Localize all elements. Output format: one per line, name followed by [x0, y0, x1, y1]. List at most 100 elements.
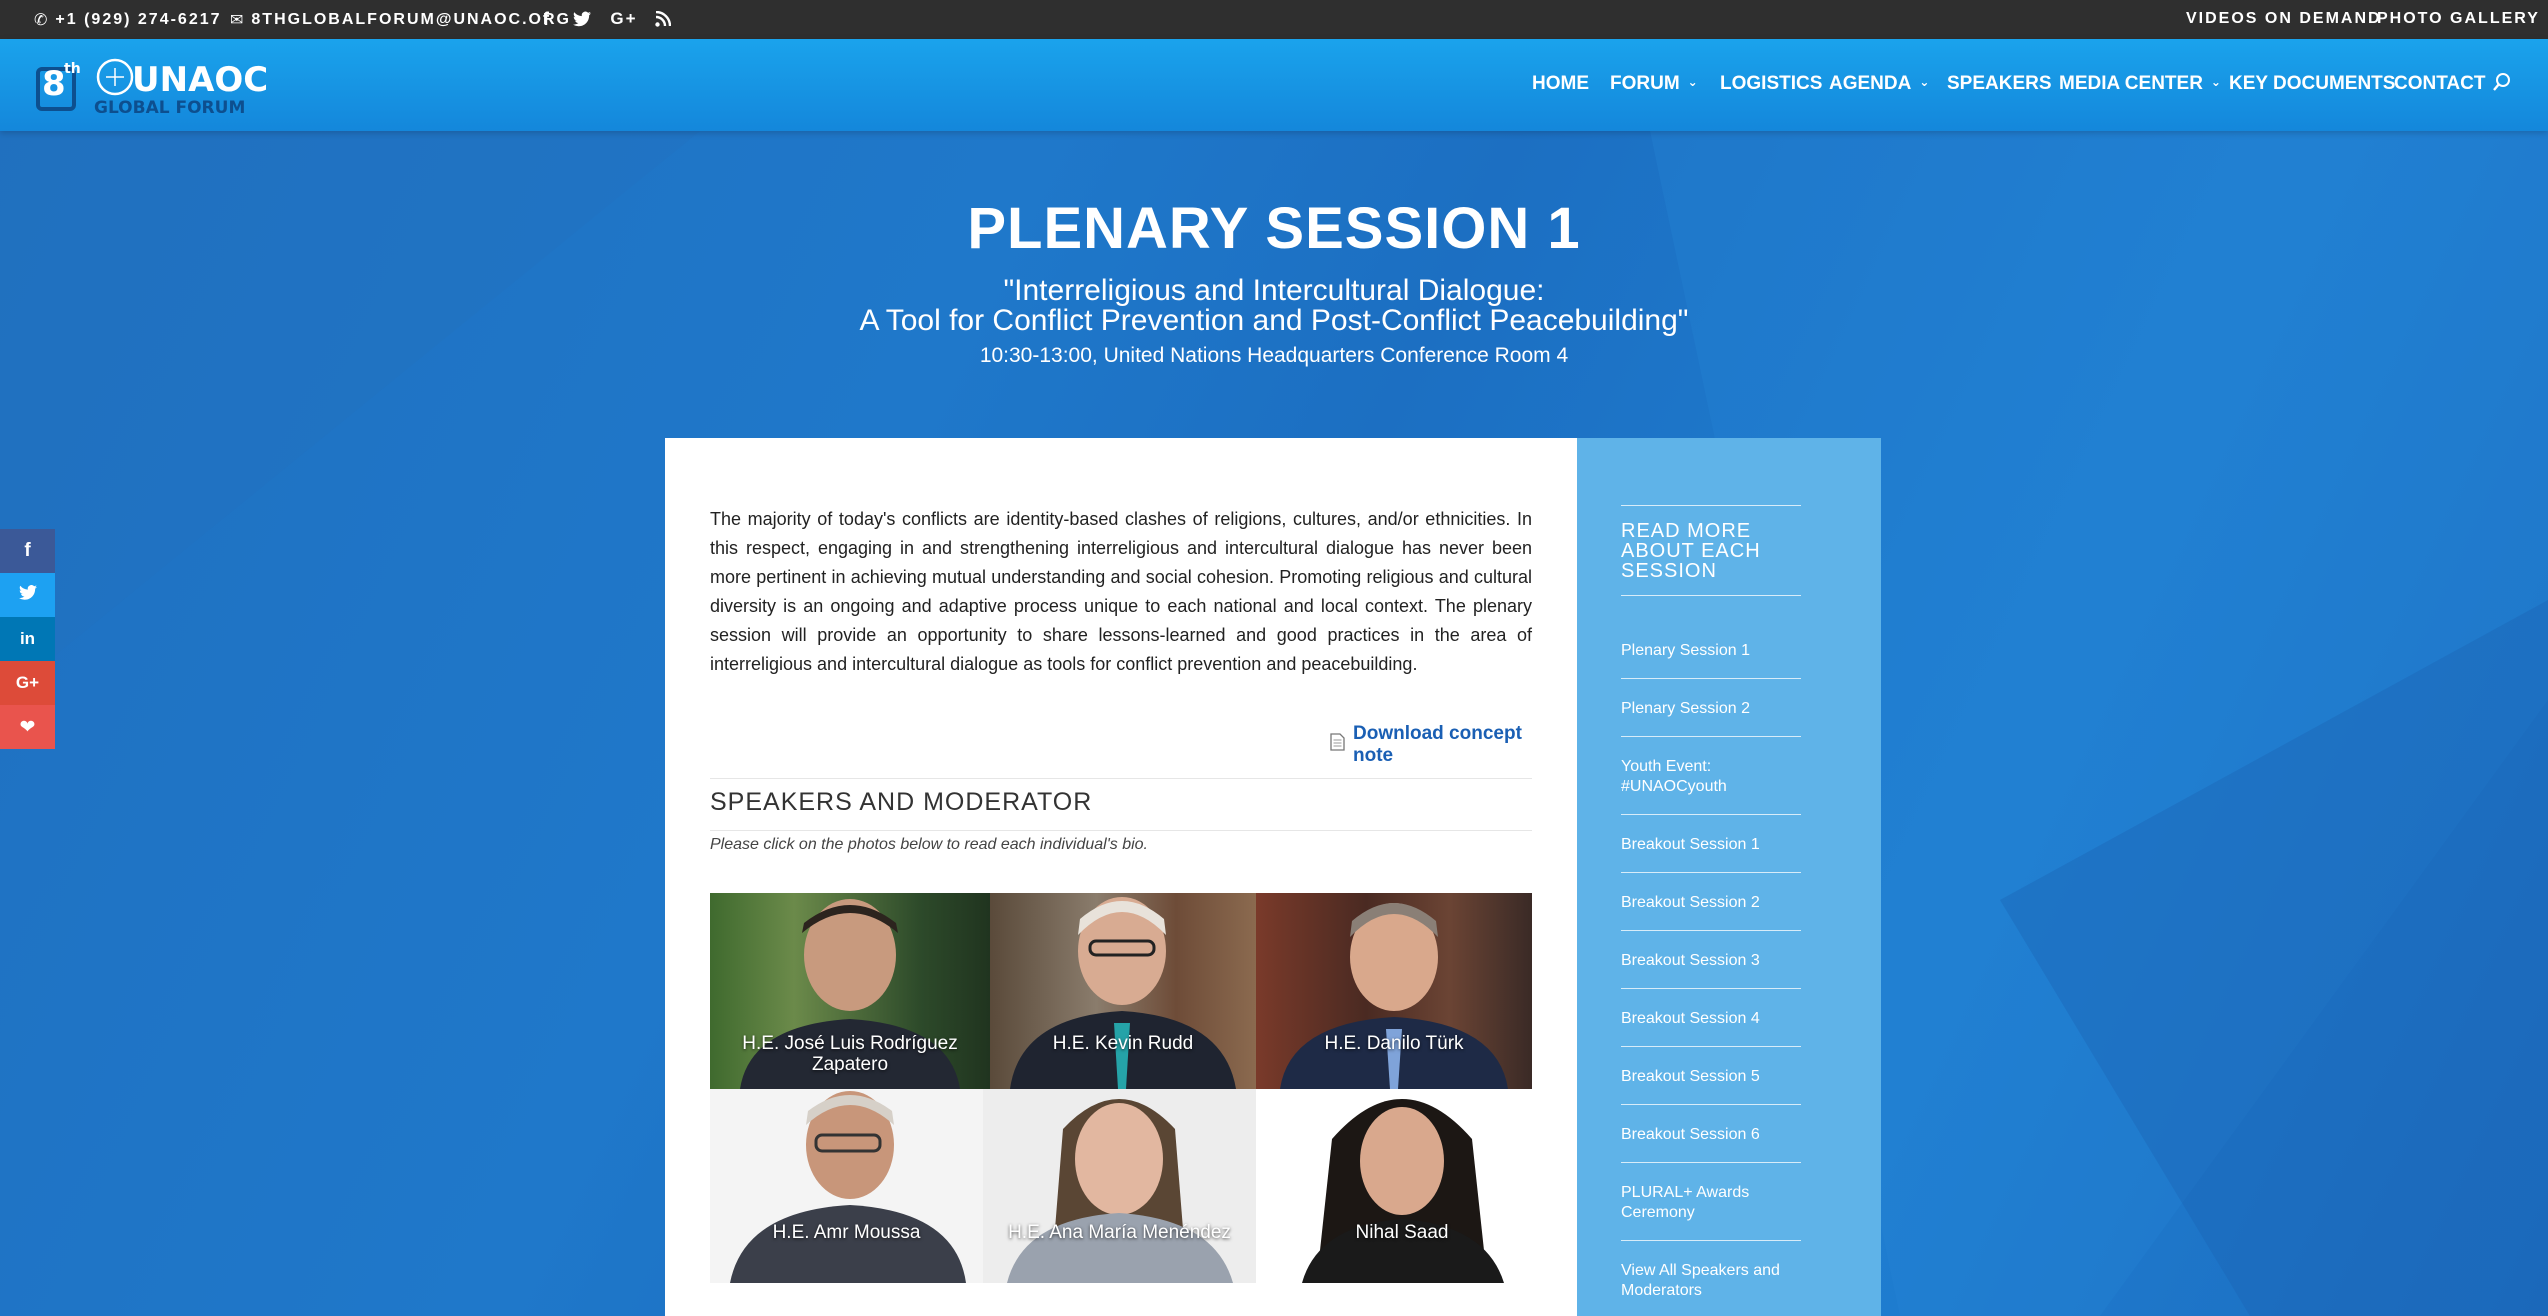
section-title: SPEAKERS AND MODERATOR	[710, 788, 1093, 816]
share-twitter-button[interactable]	[0, 573, 55, 617]
email-link[interactable]: ✉ 8THGLOBALFORUM@UNAOC.ORG	[230, 10, 571, 30]
phone-icon: ✆	[34, 12, 50, 29]
logo-number: 8	[42, 64, 66, 104]
speaker-photo-moussa[interactable]: H.E. Amr Moussa	[710, 1089, 983, 1283]
nav-forum-label: FORUM	[1610, 73, 1680, 94]
nav-logistics[interactable]: LOGISTICS	[1720, 73, 1822, 95]
share-google-plus-button[interactable]: G+	[0, 661, 55, 705]
speaker-name: Nihal Saad	[1355, 1222, 1449, 1243]
sidebar-divider	[1621, 1162, 1801, 1163]
sidebar-item-breakout-session-5[interactable]: Breakout Session 5	[1621, 1067, 1806, 1087]
share-favorite-button[interactable]: ❤	[0, 705, 55, 749]
share-linkedin-button[interactable]: in	[0, 617, 55, 661]
speaker-name: H.E. Danilo Türk	[1324, 1033, 1464, 1054]
sidebar-divider	[1621, 930, 1801, 931]
nav-media-center-label: MEDIA CENTER	[2059, 73, 2203, 94]
speaker-portrait	[1007, 1099, 1233, 1283]
envelope-icon: ✉	[230, 12, 246, 29]
google-plus-icon: G+	[15, 673, 40, 692]
divider	[710, 778, 1532, 779]
sidebar-item-breakout-session-1[interactable]: Breakout Session 1	[1621, 835, 1806, 855]
sidebar-heading: READ MORE ABOUT EACH SESSION	[1621, 520, 1761, 582]
page-title: PLENARY SESSION 1	[967, 196, 1581, 261]
speaker-photo-saad[interactable]: Nihal Saad	[1272, 1089, 1532, 1283]
chevron-down-icon: ⌄	[1687, 75, 1698, 89]
linkedin-icon: in	[19, 629, 36, 648]
facebook-icon: f	[24, 540, 31, 561]
sidebar-divider	[1621, 678, 1801, 679]
sidebar-item-youth-event[interactable]: Youth Event: #UNAOCyouth	[1621, 757, 1771, 797]
sidebar-divider	[1621, 1240, 1801, 1241]
nav-media-center[interactable]: MEDIA CENTER ⌄	[2059, 73, 2221, 95]
speaker-name: H.E. José Luis Rodríguez Zapatero	[742, 1033, 958, 1075]
twitter-icon[interactable]	[571, 8, 593, 30]
facebook-icon[interactable]: f	[536, 8, 558, 30]
top-bar: ✆ +1 (929) 274-6217 ✉ 8THGLOBALFORUM@UNA…	[0, 0, 2548, 39]
search-icon[interactable]	[2492, 72, 2512, 92]
sidebar-item-plural-awards[interactable]: PLURAL+ Awards Ceremony	[1621, 1183, 1771, 1223]
download-label: Download concept note	[1353, 723, 1522, 766]
share-facebook-button[interactable]: f	[0, 529, 55, 573]
sidebar-divider	[1621, 595, 1801, 596]
photo-gallery-link[interactable]: PHOTO GALLERY	[2377, 10, 2540, 28]
document-icon	[1330, 733, 1345, 757]
bio-instruction: Please click on the photos below to read…	[710, 836, 1148, 853]
sidebar-item-plenary-session-1[interactable]: Plenary Session 1	[1621, 641, 1806, 661]
sidebar-divider	[1621, 1104, 1801, 1105]
session-details: 10:30-13:00, United Nations Headquarters…	[979, 344, 1569, 367]
speaker-portrait	[1280, 903, 1508, 1089]
nav-agenda[interactable]: AGENDA ⌄	[1829, 73, 1929, 95]
speaker-portrait	[1302, 1099, 1504, 1283]
speaker-photo-rudd[interactable]: H.E. Kevin Rudd	[990, 893, 1256, 1089]
sidebar-item-breakout-session-6[interactable]: Breakout Session 6	[1621, 1125, 1806, 1145]
phone-number: +1 (929) 274-6217	[55, 11, 222, 28]
speaker-portrait	[1010, 897, 1236, 1089]
download-concept-note-link[interactable]: Download concept note	[1330, 723, 1532, 767]
sidebar-item-breakout-session-2[interactable]: Breakout Session 2	[1621, 893, 1806, 913]
sidebar-divider	[1621, 1046, 1801, 1047]
speaker-name: H.E. Kevin Rudd	[1052, 1033, 1194, 1054]
site-logo[interactable]: 8 th UNAOC GLOBAL FORUM	[36, 55, 268, 118]
speaker-name: H.E. Amr Moussa	[772, 1222, 921, 1243]
nav-speakers-label: SPEAKERS	[1947, 73, 2052, 94]
nav-home-label: HOME	[1532, 73, 1589, 94]
sidebar-divider	[1621, 814, 1801, 815]
speaker-photo-menendez[interactable]: H.E. Ana María Menéndez	[983, 1089, 1256, 1283]
speaker-photo-turk[interactable]: H.E. Danilo Türk	[1256, 893, 1532, 1089]
session-subtitle-line2: A Tool for Conflict Prevention and Post-…	[859, 304, 1689, 337]
phone-link[interactable]: ✆ +1 (929) 274-6217	[34, 10, 222, 30]
heart-icon: ❤	[19, 716, 36, 738]
sidebar-item-breakout-session-4[interactable]: Breakout Session 4	[1621, 1009, 1806, 1029]
nav-forum[interactable]: FORUM ⌄	[1610, 73, 1698, 95]
speaker-portrait	[730, 1091, 966, 1283]
sidebar-divider	[1621, 505, 1801, 506]
sidebar-item-view-all-speakers[interactable]: View All Speakers and Moderators	[1621, 1261, 1791, 1301]
main-header: 8 th UNAOC GLOBAL FORUM HOME FORUM ⌄ LOGI…	[0, 39, 2548, 131]
nav-key-documents[interactable]: KEY DOCUMENTS	[2229, 73, 2395, 95]
chevron-down-icon: ⌄	[2210, 75, 2221, 89]
nav-home[interactable]: HOME	[1532, 73, 1589, 95]
sidebar-item-breakout-session-3[interactable]: Breakout Session 3	[1621, 951, 1806, 971]
session-subtitle-line1: "Interreligious and Intercultural Dialog…	[1003, 274, 1545, 307]
sidebar-divider	[1621, 988, 1801, 989]
logo-subtitle: GLOBAL FORUM	[94, 98, 245, 117]
speaker-photo-zapatero[interactable]: H.E. José Luis Rodríguez Zapatero	[710, 893, 990, 1089]
nav-logistics-label: LOGISTICS	[1720, 73, 1823, 94]
nav-key-documents-label: KEY DOCUMENTS	[2229, 73, 2396, 94]
divider	[710, 830, 1532, 831]
logo-brand: UNAOC	[132, 60, 266, 100]
google-plus-icon[interactable]: G+	[610, 8, 638, 30]
videos-on-demand-link[interactable]: VIDEOS ON DEMAND	[2186, 10, 2382, 28]
nav-agenda-label: AGENDA	[1829, 73, 1912, 94]
speaker-name: H.E. Ana María Menéndez	[1008, 1222, 1231, 1243]
session-intro: The majority of today's conflicts are id…	[710, 509, 1532, 674]
nav-contact-label: CONTACT	[2394, 73, 2486, 94]
email-address: 8THGLOBALFORUM@UNAOC.ORG	[251, 11, 571, 28]
nav-contact[interactable]: CONTACT	[2394, 73, 2485, 95]
twitter-icon	[18, 584, 37, 606]
sidebar-divider	[1621, 736, 1801, 737]
rss-icon[interactable]	[652, 8, 674, 30]
sidebar-divider	[1621, 872, 1801, 873]
nav-speakers[interactable]: SPEAKERS	[1947, 73, 2052, 95]
sidebar-item-plenary-session-2[interactable]: Plenary Session 2	[1621, 699, 1806, 719]
